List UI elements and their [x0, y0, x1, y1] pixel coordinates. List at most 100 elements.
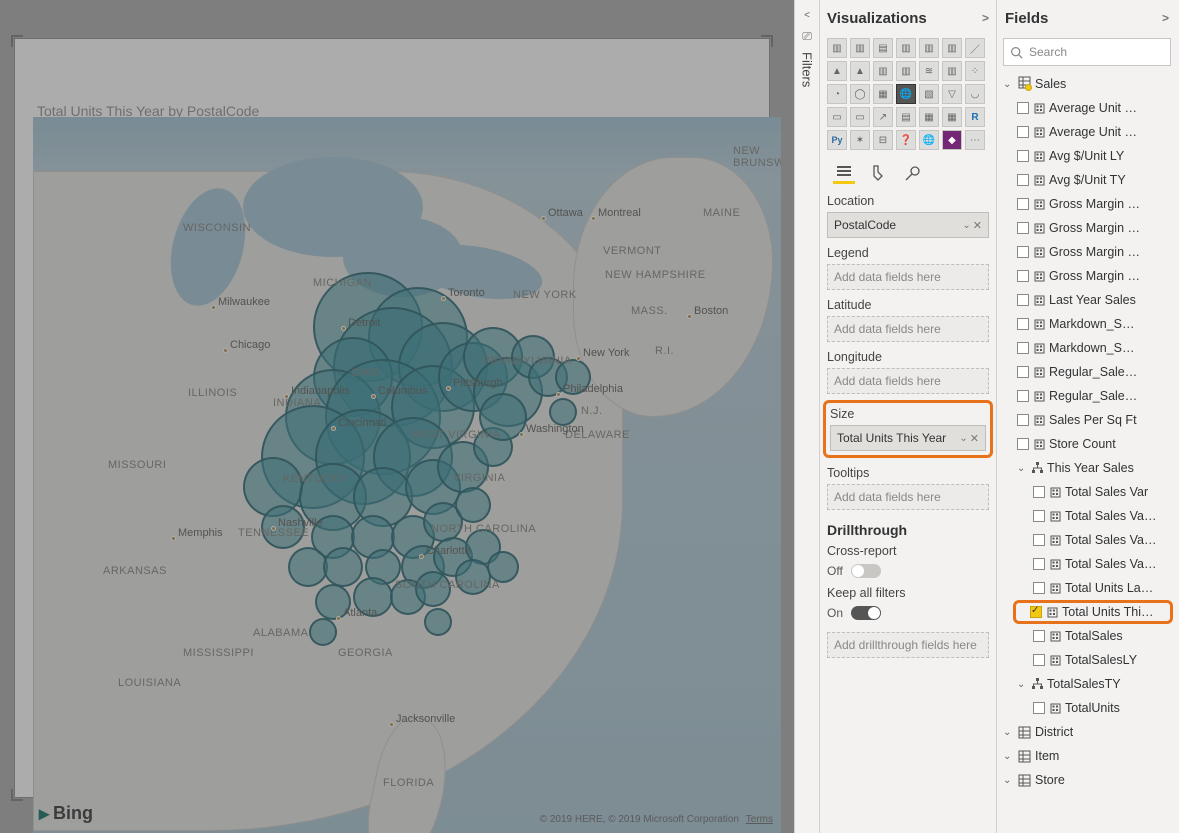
viz-area[interactable]: ▲ [827, 61, 847, 81]
field-checkbox[interactable] [1033, 582, 1045, 594]
field-checkbox[interactable] [1017, 270, 1029, 282]
field-item[interactable]: Last Year Sales [1049, 293, 1136, 307]
field-item[interactable]: Total Sales Va… [1065, 533, 1156, 547]
viz-slicer[interactable]: ▤ [896, 107, 916, 127]
filters-pane-collapsed[interactable]: < ⎚ Filters [794, 0, 820, 833]
field-checkbox[interactable] [1017, 390, 1029, 402]
well-tooltips[interactable]: Add data fields here [827, 484, 989, 510]
map-bubble[interactable] [309, 618, 337, 646]
map-bubble[interactable] [288, 547, 328, 587]
viz-arcgis[interactable]: 🌐 [919, 130, 939, 150]
field-item[interactable]: Gross Margin … [1049, 269, 1140, 283]
expand-icon[interactable]: ⌄ [1017, 463, 1027, 474]
viz-funnel[interactable]: ▽ [942, 84, 962, 104]
field-checkbox[interactable] [1017, 366, 1029, 378]
viz-gauge[interactable]: ◡ [965, 84, 985, 104]
viz-stacked-area[interactable]: ▲ [850, 61, 870, 81]
viz-powerapps[interactable]: ◆ [942, 130, 962, 150]
field-checkbox[interactable] [1017, 174, 1029, 186]
field-item[interactable]: Avg $/Unit TY [1049, 173, 1126, 187]
collapse-pane-icon[interactable]: > [1162, 11, 1169, 25]
field-item[interactable]: Avg $/Unit LY [1049, 149, 1124, 163]
field-checkbox[interactable] [1017, 246, 1029, 258]
tab-fields[interactable] [833, 162, 855, 184]
viz-r[interactable]: R [965, 107, 985, 127]
well-latitude[interactable]: Add data fields here [827, 316, 989, 342]
viz-key-influencers[interactable]: ✶ [850, 130, 870, 150]
field-item[interactable]: Total Sales Va… [1065, 557, 1156, 571]
table-item[interactable]: Item [1035, 749, 1059, 763]
field-checkbox[interactable] [1030, 606, 1042, 618]
map-bubble[interactable] [455, 487, 491, 523]
viz-line-column[interactable]: ▥ [873, 61, 893, 81]
viz-waterfall[interactable]: ▥ [942, 61, 962, 81]
field-item[interactable]: Markdown_Sa… [1049, 341, 1141, 355]
map-bubble[interactable] [323, 547, 363, 587]
field-item[interactable]: Total Sales Var [1065, 485, 1148, 499]
viz-map[interactable]: 🌐 [896, 84, 916, 104]
viz-stacked-bar[interactable]: ▥ [827, 38, 847, 58]
field-item[interactable]: Average Unit … [1049, 125, 1137, 139]
field-checkbox[interactable] [1017, 318, 1029, 330]
map-bubble[interactable] [549, 398, 577, 426]
well-drillthrough[interactable]: Add drillthrough fields here [827, 632, 989, 658]
field-checkbox[interactable] [1017, 438, 1029, 450]
field-item[interactable]: Total Units Thi… [1062, 605, 1153, 619]
viz-decomposition[interactable]: ⊟ [873, 130, 893, 150]
map-visual[interactable]: Total Units This Year by PostalCode WISC… [14, 38, 770, 798]
viz-kpi[interactable]: ↗ [873, 107, 893, 127]
well-legend[interactable]: Add data fields here [827, 264, 989, 290]
viz-clustered-column[interactable]: ▥ [896, 38, 916, 58]
cross-report-toggle[interactable] [851, 564, 881, 578]
field-item[interactable]: Gross Margin … [1049, 245, 1140, 259]
viz-python[interactable]: Py [827, 130, 847, 150]
field-item[interactable]: TotalSales [1065, 629, 1123, 643]
field-checkbox[interactable] [1033, 534, 1045, 546]
viz-card[interactable]: ▭ [827, 107, 847, 127]
viz-matrix[interactable]: ▦ [942, 107, 962, 127]
tab-analytics[interactable] [901, 162, 923, 184]
expand-icon[interactable]: ⌄ [1003, 727, 1013, 738]
viz-100-column[interactable]: ▥ [942, 38, 962, 58]
field-checkbox[interactable] [1033, 654, 1045, 666]
field-checkbox[interactable] [1017, 414, 1029, 426]
field-item[interactable]: Total Units La… [1065, 581, 1153, 595]
field-checkbox[interactable] [1017, 342, 1029, 354]
expand-icon[interactable]: ⌄ [1003, 751, 1013, 762]
tab-format[interactable] [867, 162, 889, 184]
collapse-pane-icon[interactable]: > [982, 11, 989, 25]
keep-filters-toggle[interactable] [851, 606, 881, 620]
remove-field-icon[interactable]: ✕ [970, 432, 979, 445]
table-district[interactable]: District [1035, 725, 1073, 739]
field-item[interactable]: Gross Margin … [1049, 197, 1140, 211]
hierarchy-totalsalesty[interactable]: TotalSalesTY [1047, 677, 1121, 691]
viz-scatter[interactable]: ⁘ [965, 61, 985, 81]
remove-field-icon[interactable]: ✕ [973, 219, 982, 232]
expand-icon[interactable]: ⌄ [1003, 775, 1013, 786]
viz-clustered-bar[interactable]: ▤ [873, 38, 893, 58]
field-checkbox[interactable] [1033, 558, 1045, 570]
fields-search[interactable]: Search [1003, 38, 1171, 66]
viz-multi-card[interactable]: ▭ [850, 107, 870, 127]
viz-stacked-column[interactable]: ▥ [850, 38, 870, 58]
viz-line[interactable]: ／ [965, 38, 985, 58]
chevron-down-icon[interactable]: ⌄ [959, 433, 965, 444]
viz-filled-map[interactable]: ▧ [919, 84, 939, 104]
viz-treemap[interactable]: ▦ [873, 84, 893, 104]
terms-link[interactable]: Terms [746, 814, 773, 825]
viz-ribbon[interactable]: ≋ [919, 61, 939, 81]
field-item[interactable]: Regular_Sales… [1049, 389, 1141, 403]
field-checkbox[interactable] [1033, 510, 1045, 522]
viz-line-clustered[interactable]: ▥ [896, 61, 916, 81]
field-checkbox[interactable] [1033, 486, 1045, 498]
viz-pie[interactable]: ◔ [827, 84, 847, 104]
field-item[interactable]: TotalUnits [1065, 701, 1120, 715]
viz-qna[interactable]: ❓ [896, 130, 916, 150]
field-checkbox[interactable] [1033, 702, 1045, 714]
table-store[interactable]: Store [1035, 773, 1065, 787]
chevron-down-icon[interactable]: ⌄ [962, 220, 968, 231]
table-sales[interactable]: Sales [1035, 77, 1066, 91]
well-location[interactable]: PostalCode ⌄ ✕ [827, 212, 989, 238]
report-canvas[interactable]: ≡ ⋯ Total Units This Year by PostalCode … [0, 0, 794, 833]
expand-icon[interactable]: ⌄ [1017, 679, 1027, 690]
